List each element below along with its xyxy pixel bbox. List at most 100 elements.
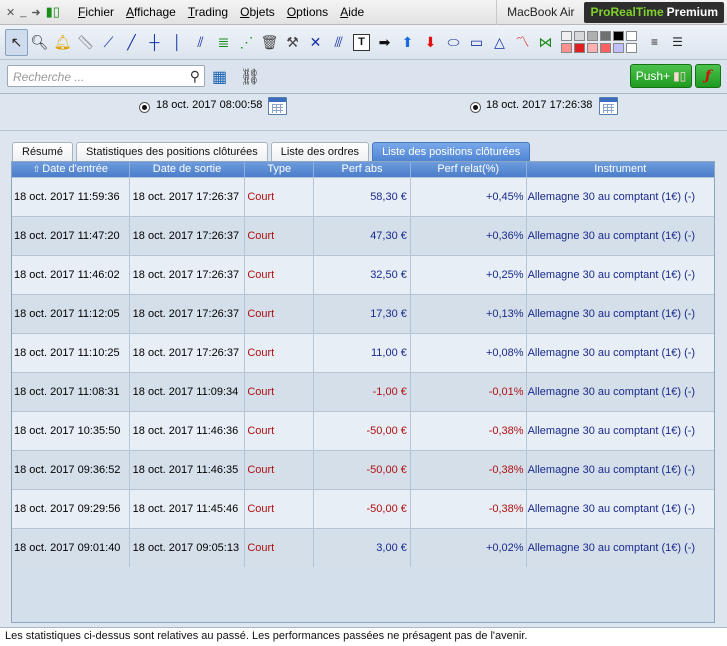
color-swatch[interactable] (600, 43, 611, 53)
color-swatch[interactable] (626, 43, 637, 53)
horizontal-line-icon[interactable]: ┼ (143, 29, 166, 56)
text-icon[interactable]: T (353, 33, 370, 51)
color-swatch[interactable] (587, 31, 598, 41)
fibonacci-icon[interactable]: ≣ (212, 29, 235, 56)
trash-icon[interactable]: 🗑︎ (258, 29, 281, 56)
table-row[interactable]: 18 oct. 2017 11:10:25 18 oct. 2017 17:26:… (12, 333, 714, 372)
menu-affichage[interactable]: Affichage (120, 5, 182, 19)
table-row[interactable]: 18 oct. 2017 09:36:52 18 oct. 2017 11:46:… (12, 450, 714, 489)
table-row[interactable]: 18 oct. 2017 11:46:02 18 oct. 2017 17:26:… (12, 255, 714, 294)
chart-window-icon[interactable]: ▦ (212, 67, 227, 87)
arrow-down-icon[interactable]: ⬇ (419, 29, 442, 56)
cell-instrument: Allemagne 30 au comptant (1€) (-) (527, 347, 696, 359)
tab-statistiques[interactable]: Statistiques des positions clôturées (75, 142, 268, 161)
cell-entry-date: 18 oct. 2017 11:47:20 (12, 217, 130, 255)
triangle-icon[interactable]: △ (488, 29, 511, 56)
pointer-icon[interactable]: ↖ (5, 28, 28, 56)
cell-perf-abs: -50,00 € (314, 451, 411, 489)
color-swatch[interactable] (561, 43, 572, 53)
col-header-perf-abs[interactable]: Perf abs (314, 162, 411, 177)
search-icon[interactable]: ⚲ (190, 68, 200, 85)
cell-perf-abs: 58,30 € (314, 178, 411, 216)
ellipse-icon[interactable]: ⬭ (442, 29, 465, 56)
cell-perf-rel: +0,45% (411, 178, 527, 216)
cell-exit-date: 18 oct. 2017 17:26:37 (130, 178, 246, 216)
formula-button[interactable]: ƒ (695, 64, 721, 88)
cross-line-icon[interactable]: ✕ (304, 29, 327, 56)
ruler-icon[interactable]: 📏︎ (74, 29, 97, 56)
tab-liste-positions[interactable]: Liste des positions clôturées (372, 142, 531, 161)
rectangle-icon[interactable]: ▭ (465, 29, 488, 56)
color-swatch[interactable] (600, 31, 611, 41)
brand-logo: ProRealTime Premium (584, 1, 724, 23)
color-swatch[interactable] (574, 31, 585, 41)
table-row[interactable]: 18 oct. 2017 10:35:50 18 oct. 2017 11:46:… (12, 411, 714, 450)
brand-name: ProRealTime (590, 5, 664, 19)
tab-resume[interactable]: Résumé (12, 142, 73, 161)
hammer-icon[interactable]: ⚒ (281, 29, 304, 56)
push-button[interactable]: Push+ ▮▯ (630, 64, 692, 88)
col-header-instrument[interactable]: Instrument (527, 162, 714, 177)
arrow-right-tool-icon[interactable]: ➡ (373, 29, 396, 56)
col-header-type[interactable]: Type (245, 162, 315, 177)
cell-entry-date: 18 oct. 2017 11:10:25 (12, 334, 130, 372)
pattern-icon[interactable]: ⋈ (534, 29, 557, 56)
cell-perf-rel: +0,25% (411, 256, 527, 294)
color-swatch[interactable] (561, 31, 572, 41)
trendline-icon[interactable]: ╱ (120, 29, 143, 56)
zigzag-icon[interactable]: 〽 (511, 29, 534, 56)
arrow-right-icon[interactable]: ➜ (31, 6, 40, 19)
table-row[interactable]: 18 oct. 2017 11:12:05 18 oct. 2017 17:26:… (12, 294, 714, 333)
line-style-icon[interactable]: ≡ (643, 29, 666, 56)
menu-bar: ✕ _ ➜ ▮▯ Fichier Affichage Trading Objet… (0, 0, 727, 25)
cell-entry-date: 18 oct. 2017 11:08:31 (12, 373, 130, 411)
link-icon[interactable]: ⛓ (240, 67, 260, 87)
parallel-lines-icon[interactable]: ⫽ (189, 29, 212, 56)
cell-perf-rel: +0,36% (411, 217, 527, 255)
menu-fichier[interactable]: Fichier (72, 5, 120, 19)
color-swatch[interactable] (613, 31, 624, 41)
arrow-up-icon[interactable]: ⬆ (396, 29, 419, 56)
menu-options[interactable]: Options (281, 5, 334, 19)
table-row[interactable]: 18 oct. 2017 09:29:56 18 oct. 2017 11:45:… (12, 489, 714, 528)
alert-bell-icon[interactable]: 🔔︎ (51, 29, 74, 56)
col-header-entry[interactable]: ⇧ Date d'entrée (12, 162, 130, 177)
table-row[interactable]: 18 oct. 2017 11:59:36 18 oct. 2017 17:26:… (12, 177, 714, 216)
menu-objets[interactable]: Objets (234, 5, 281, 19)
fan-icon[interactable]: ⋰ (235, 29, 258, 56)
cell-perf-abs: 11,00 € (314, 334, 411, 372)
cell-perf-rel: -0,38% (411, 412, 527, 450)
end-date-radio[interactable] (470, 102, 481, 113)
col-header-perf-rel[interactable]: Perf relat(%) (411, 162, 527, 177)
divider (0, 130, 727, 131)
table-row[interactable]: 18 oct. 2017 09:01:40 18 oct. 2017 09:05:… (12, 528, 714, 567)
minimize-icon[interactable]: _ (20, 6, 26, 18)
cell-type: Court (245, 178, 315, 216)
channel-icon[interactable]: ⫻ (327, 29, 350, 56)
zoom-icon[interactable]: 🔍︎ (28, 29, 51, 56)
cell-type: Court (245, 256, 315, 294)
color-swatch[interactable] (626, 31, 637, 41)
color-swatch[interactable] (587, 43, 598, 53)
line-width-icon[interactable]: ☰ (666, 29, 689, 56)
table-row[interactable]: 18 oct. 2017 11:47:20 18 oct. 2017 17:26:… (12, 216, 714, 255)
calendar-icon[interactable] (268, 97, 287, 115)
calendar-icon[interactable] (599, 97, 618, 115)
color-palette[interactable] (561, 31, 637, 53)
start-date-radio[interactable] (139, 102, 150, 113)
color-swatch[interactable] (574, 43, 585, 53)
tab-liste-ordres[interactable]: Liste des ordres (270, 142, 370, 161)
close-icon[interactable]: ✕ (6, 6, 15, 19)
segment-icon[interactable]: ⟋ (97, 29, 120, 56)
sort-up-icon: ⇧ (32, 164, 41, 174)
menu-trading[interactable]: Trading (182, 5, 234, 19)
col-header-exit[interactable]: Date de sortie (130, 162, 246, 177)
table-row[interactable]: 18 oct. 2017 11:08:31 18 oct. 2017 11:09:… (12, 372, 714, 411)
cell-perf-abs: -1,00 € (314, 373, 411, 411)
vertical-line-icon[interactable]: │ (166, 29, 189, 56)
candlestick-icon: ▮▯ (45, 4, 60, 19)
cell-entry-date: 18 oct. 2017 09:36:52 (12, 451, 130, 489)
menu-aide[interactable]: Aide (334, 5, 370, 19)
color-swatch[interactable] (613, 43, 624, 53)
search-input[interactable]: Recherche ... ⚲ (7, 65, 205, 87)
